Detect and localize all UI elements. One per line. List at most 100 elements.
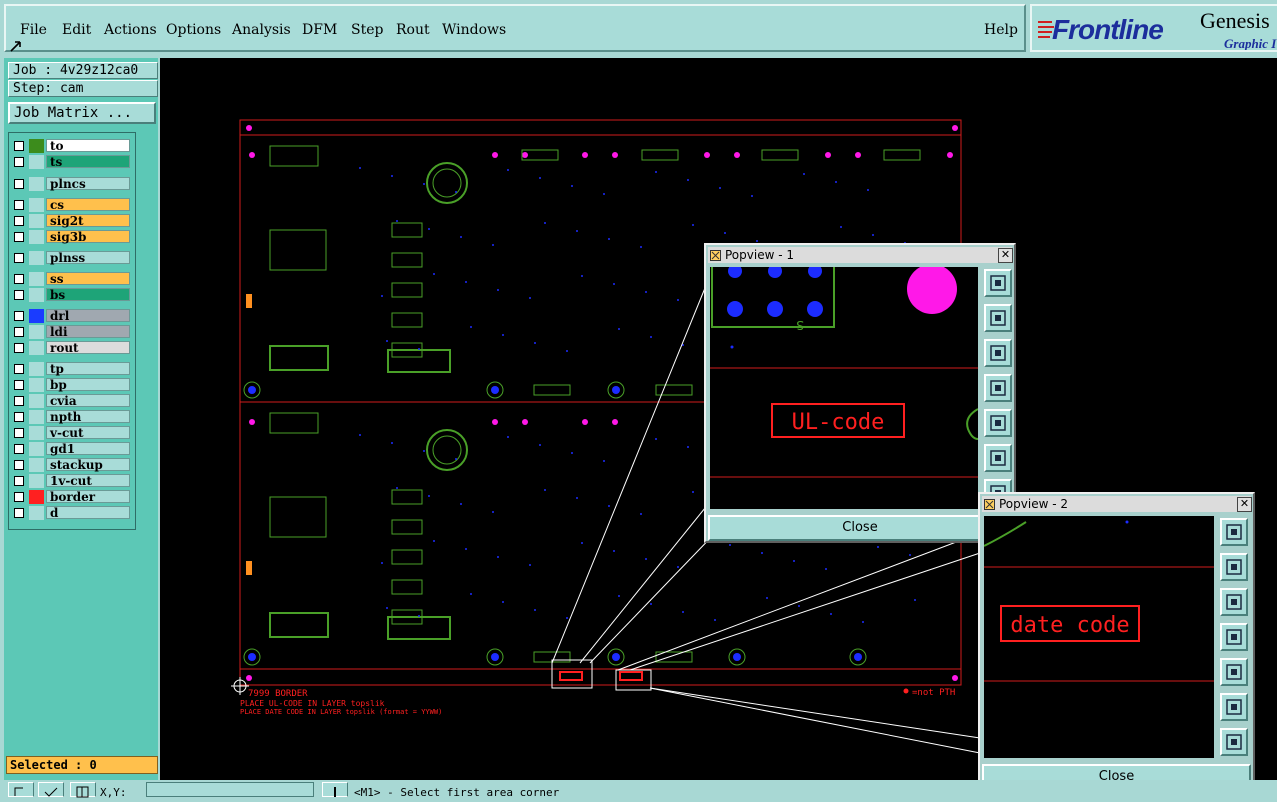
layer-name[interactable]: border — [46, 490, 130, 504]
layer-row-v-cut[interactable]: v-cut — [12, 426, 132, 440]
layer-checkbox[interactable] — [14, 343, 24, 353]
layer-checkbox[interactable] — [14, 476, 24, 486]
layer-checkbox[interactable] — [14, 444, 24, 454]
pan-up-button[interactable] — [984, 304, 1012, 332]
tool-button-4[interactable] — [322, 782, 348, 797]
zoom-in-button[interactable] — [1220, 693, 1248, 721]
popview-2-canvas[interactable]: date code — [984, 516, 1214, 758]
layer-checkbox[interactable] — [14, 412, 24, 422]
close-icon[interactable]: ✕ — [1237, 497, 1252, 512]
layer-name[interactable]: plncs — [46, 177, 130, 191]
layer-checkbox[interactable] — [14, 460, 24, 470]
layer-checkbox[interactable] — [14, 253, 24, 263]
layer-name[interactable]: drl — [46, 309, 130, 323]
layer-name[interactable]: cvia — [46, 394, 130, 408]
layer-name[interactable]: d — [46, 506, 130, 520]
pan-right-button[interactable] — [984, 409, 1012, 437]
layer-name[interactable]: to — [46, 139, 130, 153]
layer-row-ldi[interactable]: ldi — [12, 325, 132, 339]
layer-checkbox[interactable] — [14, 200, 24, 210]
layer-row-sig2t[interactable]: sig2t — [12, 214, 132, 228]
layer-row-drl[interactable]: drl — [12, 309, 132, 323]
pan-right-button[interactable] — [1220, 658, 1248, 686]
layer-color-swatch[interactable] — [29, 251, 44, 265]
layer-name[interactable]: bs — [46, 288, 130, 302]
popview-2-titlebar[interactable]: Popview - 2 ✕ — [982, 496, 1252, 512]
layer-checkbox[interactable] — [14, 232, 24, 242]
layer-color-swatch[interactable] — [29, 426, 44, 440]
popview-1-canvas[interactable]: S UL-code — [710, 267, 978, 509]
layer-checkbox[interactable] — [14, 290, 24, 300]
popview-1-titlebar[interactable]: Popview - 1 ✕ — [708, 247, 1013, 263]
layer-name[interactable]: tp — [46, 362, 130, 376]
layer-color-swatch[interactable] — [29, 272, 44, 286]
zoom-fit-button[interactable] — [984, 269, 1012, 297]
layer-color-swatch[interactable] — [29, 177, 44, 191]
layer-name[interactable]: v-cut — [46, 426, 130, 440]
layer-row-bp[interactable]: bp — [12, 378, 132, 392]
layer-checkbox[interactable] — [14, 396, 24, 406]
layer-name[interactable]: sig3b — [46, 230, 130, 244]
popview-1-window[interactable]: Popview - 1 ✕ S UL-code Close — [704, 243, 1016, 543]
layer-checkbox[interactable] — [14, 311, 24, 321]
menu-actions[interactable]: Actions — [104, 22, 157, 38]
layer-name[interactable]: plnss — [46, 251, 130, 265]
layer-checkbox[interactable] — [14, 179, 24, 189]
job-matrix-button[interactable]: Job Matrix ... — [8, 102, 156, 124]
layer-name[interactable]: bp — [46, 378, 130, 392]
layer-name[interactable]: sig2t — [46, 214, 130, 228]
zoom-fit-button[interactable] — [1220, 518, 1248, 546]
layer-color-swatch[interactable] — [29, 198, 44, 212]
layer-color-swatch[interactable] — [29, 490, 44, 504]
pan-down-button[interactable] — [1220, 588, 1248, 616]
layer-name[interactable]: cs — [46, 198, 130, 212]
layer-row-plncs[interactable]: plncs — [12, 177, 132, 191]
popview-1-close-button[interactable]: Close — [708, 515, 1012, 541]
layer-row-gd1[interactable]: gd1 — [12, 442, 132, 456]
layer-row-stackup[interactable]: stackup — [12, 458, 132, 472]
layer-color-swatch[interactable] — [29, 155, 44, 169]
layer-color-swatch[interactable] — [29, 341, 44, 355]
layer-color-swatch[interactable] — [29, 230, 44, 244]
layer-row-border[interactable]: border — [12, 490, 132, 504]
layer-row-sig3b[interactable]: sig3b — [12, 230, 132, 244]
layer-name[interactable]: ss — [46, 272, 130, 286]
menu-help[interactable]: Help — [984, 22, 1018, 38]
window-menu-icon[interactable] — [984, 499, 995, 510]
layer-color-swatch[interactable] — [29, 458, 44, 472]
pan-left-button[interactable] — [1220, 623, 1248, 651]
layer-row-tp[interactable]: tp — [12, 362, 132, 376]
pan-down-button[interactable] — [984, 339, 1012, 367]
layer-row-to[interactable]: to — [12, 139, 132, 153]
layer-color-swatch[interactable] — [29, 394, 44, 408]
layer-color-swatch[interactable] — [29, 474, 44, 488]
layer-row-1v-cut[interactable]: 1v-cut — [12, 474, 132, 488]
layer-checkbox[interactable] — [14, 274, 24, 284]
menu-dfm[interactable]: DFM — [302, 22, 337, 38]
layer-row-ss[interactable]: ss — [12, 272, 132, 286]
layer-row-cs[interactable]: cs — [12, 198, 132, 212]
layer-name[interactable]: npth — [46, 410, 130, 424]
layer-color-swatch[interactable] — [29, 410, 44, 424]
layer-color-swatch[interactable] — [29, 442, 44, 456]
layer-name[interactable]: stackup — [46, 458, 130, 472]
layer-color-swatch[interactable] — [29, 139, 44, 153]
layer-row-ts[interactable]: ts — [12, 155, 132, 169]
zoom-out-button[interactable] — [1220, 728, 1248, 756]
layer-color-swatch[interactable] — [29, 362, 44, 376]
layer-row-cvia[interactable]: cvia — [12, 394, 132, 408]
menu-step[interactable]: Step — [351, 22, 383, 38]
layer-color-swatch[interactable] — [29, 325, 44, 339]
layer-name[interactable]: rout — [46, 341, 130, 355]
layer-name[interactable]: ldi — [46, 325, 130, 339]
close-icon[interactable]: ✕ — [998, 248, 1013, 263]
layer-checkbox[interactable] — [14, 364, 24, 374]
layer-checkbox[interactable] — [14, 508, 24, 518]
layer-name[interactable]: gd1 — [46, 442, 130, 456]
layer-checkbox[interactable] — [14, 492, 24, 502]
menu-rout[interactable]: Rout — [396, 22, 430, 38]
pan-left-button[interactable] — [984, 374, 1012, 402]
layer-color-swatch[interactable] — [29, 309, 44, 323]
coordinate-field[interactable] — [146, 782, 314, 797]
menu-windows[interactable]: Windows — [442, 22, 506, 38]
